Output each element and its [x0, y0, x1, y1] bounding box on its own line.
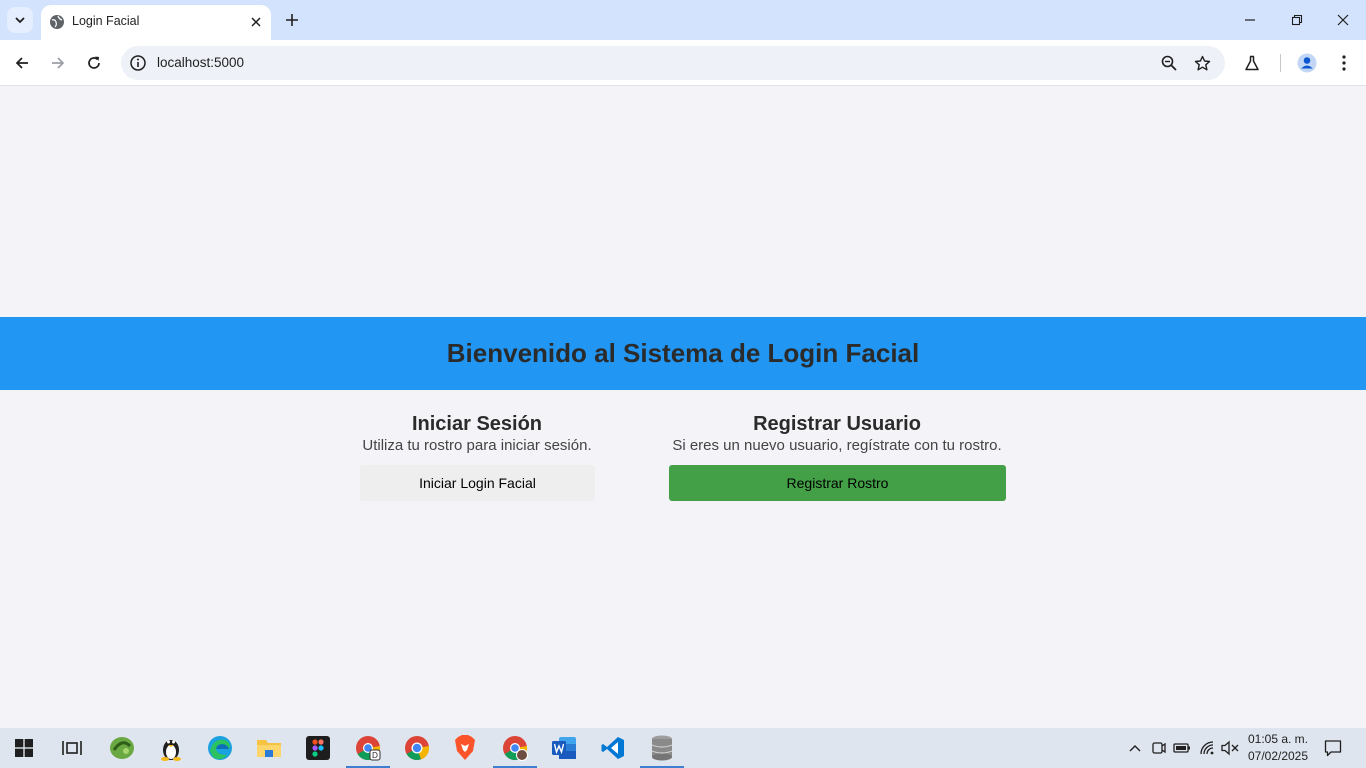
start-icon	[15, 739, 33, 757]
tray-network[interactable]	[1197, 738, 1217, 758]
menu-button[interactable]	[1332, 51, 1356, 75]
close-icon	[251, 17, 261, 27]
taskbar-chrome[interactable]	[393, 728, 441, 768]
word-icon	[552, 737, 576, 759]
tray-meet-now[interactable]	[1149, 738, 1169, 758]
more-vertical-icon	[1342, 55, 1346, 71]
page-title: Bienvenido al Sistema de Login Facial	[446, 338, 920, 368]
notification-center-button[interactable]	[1322, 737, 1344, 759]
taskbar-chrome-dev[interactable]: D	[344, 728, 392, 768]
back-button[interactable]	[10, 51, 34, 75]
site-info-icon[interactable]	[129, 54, 147, 72]
tab-close-button[interactable]	[247, 13, 265, 31]
taskbar-linux[interactable]	[147, 728, 195, 768]
taskbar-edge[interactable]	[196, 728, 244, 768]
address-bar[interactable]: localhost:5000	[121, 46, 1225, 80]
browser-toolbar: localhost:5000	[0, 40, 1366, 86]
zoom-out-icon	[1161, 55, 1177, 71]
chevron-down-icon	[15, 17, 25, 24]
toolbar-separator	[1280, 54, 1281, 72]
notification-icon	[1324, 740, 1342, 757]
login-section: Iniciar Sesión Utiliza tu rostro para in…	[359, 412, 595, 501]
chrome-dev-icon: D	[356, 736, 381, 761]
tab-search-button[interactable]	[7, 7, 33, 33]
globe-icon	[50, 15, 64, 29]
restore-button[interactable]	[1285, 8, 1309, 32]
plus-icon	[286, 14, 298, 26]
login-description: Utiliza tu rostro para iniciar sesión.	[362, 437, 592, 454]
volume-muted-icon	[1221, 740, 1239, 756]
tab-login-facial[interactable]: Login Facial	[41, 5, 271, 40]
app-green-icon	[110, 737, 134, 759]
figma-icon	[306, 736, 330, 760]
taskbar-figma[interactable]	[294, 728, 342, 768]
browser-tab-bar: Login Facial	[0, 0, 1366, 40]
taskbar-chrome-profile[interactable]	[491, 728, 539, 768]
start-button[interactable]	[0, 728, 48, 768]
taskbar-file-explorer[interactable]	[245, 728, 293, 768]
database-icon	[651, 735, 673, 761]
edge-icon	[208, 736, 232, 760]
arrow-left-icon	[15, 57, 28, 69]
login-heading: Iniciar Sesión	[411, 413, 543, 435]
flask-icon	[1245, 55, 1259, 71]
camera-icon	[1152, 742, 1166, 754]
zoom-button[interactable]	[1159, 53, 1179, 73]
tray-overflow-button[interactable]	[1125, 738, 1145, 758]
register-section: Registrar Usuario Si eres un nuevo usuar…	[668, 412, 1006, 501]
register-heading: Registrar Usuario	[753, 413, 921, 435]
reload-icon	[88, 56, 100, 69]
clock-time: 01:05 a. m.	[1247, 732, 1309, 746]
task-view-icon	[62, 741, 82, 755]
star-icon	[1194, 55, 1210, 70]
vscode-icon	[601, 737, 624, 759]
tray-battery[interactable]	[1172, 738, 1192, 758]
battery-icon	[1173, 743, 1190, 753]
page-content: Bienvenido al Sistema de Login Facial In…	[0, 87, 1366, 728]
forward-button[interactable]	[46, 51, 70, 75]
labs-button[interactable]	[1240, 51, 1264, 75]
avatar-icon	[1297, 53, 1317, 73]
wifi-icon	[1200, 741, 1214, 755]
file-explorer-icon	[257, 740, 281, 757]
minimize-button[interactable]	[1238, 8, 1262, 32]
register-face-button[interactable]: Registrar Rostro	[669, 465, 1006, 501]
chrome-icon	[405, 736, 430, 760]
taskbar-clock[interactable]: 01:05 a. m. 07/02/2025	[1240, 731, 1316, 765]
register-description: Si eres un nuevo usuario, regístrate con…	[672, 437, 1002, 454]
chevron-up-icon	[1129, 745, 1141, 752]
taskbar-app-green[interactable]	[98, 728, 146, 768]
start-facial-login-button[interactable]: Iniciar Login Facial	[360, 465, 595, 501]
brave-icon	[455, 735, 475, 760]
taskbar-database[interactable]	[638, 728, 686, 768]
close-icon	[1337, 14, 1349, 26]
tray-volume[interactable]	[1220, 738, 1240, 758]
tab-title: Login Facial	[72, 14, 140, 28]
reload-button[interactable]	[82, 51, 106, 75]
new-tab-button[interactable]	[282, 10, 302, 30]
taskbar-brave[interactable]	[441, 728, 489, 768]
window-close-button[interactable]	[1331, 8, 1355, 32]
task-view-button[interactable]	[48, 728, 96, 768]
address-bar-url[interactable]: localhost:5000	[157, 55, 244, 70]
header-banner: Bienvenido al Sistema de Login Facial	[0, 317, 1366, 390]
svg-text:D: D	[372, 751, 378, 760]
minimize-icon	[1245, 19, 1255, 21]
restore-icon	[1291, 14, 1303, 26]
taskbar-vscode[interactable]	[589, 728, 637, 768]
chrome-profile-icon	[503, 736, 528, 761]
clock-date: 07/02/2025	[1247, 749, 1309, 763]
profile-button[interactable]	[1295, 51, 1319, 75]
bookmark-button[interactable]	[1192, 53, 1212, 73]
arrow-right-icon	[52, 57, 65, 69]
windows-taskbar: D 01:05 a. m. 07/02/2025	[0, 728, 1366, 768]
linux-icon	[161, 740, 181, 761]
taskbar-word[interactable]	[540, 728, 588, 768]
